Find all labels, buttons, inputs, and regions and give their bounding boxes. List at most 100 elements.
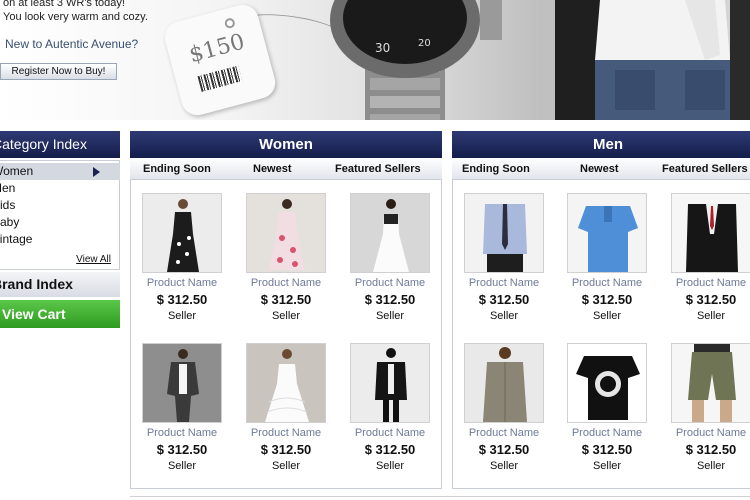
product-price: $ 312.50: [260, 442, 312, 457]
product-seller[interactable]: Seller: [557, 460, 657, 472]
product-name[interactable]: Product Name: [236, 427, 336, 439]
product-image: [246, 193, 326, 273]
product-card[interactable]: Product Name $ 312.50 Seller: [132, 343, 232, 483]
product-seller[interactable]: Seller: [340, 310, 440, 322]
men-panel-title: Men: [452, 131, 750, 158]
product-name[interactable]: Product Name: [340, 427, 440, 439]
category-index-title: Category Index: [0, 136, 87, 152]
product-card[interactable]: Product Name $ 312.50 Seller: [236, 343, 336, 483]
product-card[interactable]: Product Name $ 312.50 Seller: [340, 343, 440, 483]
product-price: $ 312.50: [364, 292, 416, 307]
product-name[interactable]: Product Name: [557, 427, 657, 439]
product-image: [464, 193, 544, 273]
women-panel-tabs: Ending Soon Newest Featured Sellers: [130, 158, 442, 180]
svg-text:30: 30: [375, 41, 390, 55]
product-card[interactable]: Product Name $ 312.50 Seller: [557, 193, 657, 333]
tab-featured-sellers[interactable]: Featured Sellers: [662, 163, 748, 175]
product-card[interactable]: Product Name $ 312.50 Seller: [340, 193, 440, 333]
tab-ending-soon[interactable]: Ending Soon: [462, 163, 530, 175]
category-item-vintage[interactable]: Vintage: [0, 231, 32, 248]
product-image: [671, 343, 750, 423]
view-cart-button[interactable]: View Cart: [0, 300, 120, 328]
product-image: [350, 343, 430, 423]
product-price: $ 312.50: [260, 292, 312, 307]
arrow-right-icon: [93, 167, 100, 177]
hero-message: on at least 3 WR's today! You look very …: [3, 0, 148, 24]
product-seller[interactable]: Seller: [661, 460, 750, 472]
product-card[interactable]: Product Name $ 312.50 Seller: [661, 193, 750, 333]
tab-featured-sellers[interactable]: Featured Sellers: [335, 163, 421, 175]
mannequin-image: [555, 0, 750, 120]
product-card[interactable]: Product Name $ 312.50 Seller: [454, 193, 554, 333]
product-name[interactable]: Product Name: [661, 277, 750, 289]
product-image: [142, 193, 222, 273]
new-user-question: New to Autentic Avenue?: [5, 37, 139, 51]
tab-newest[interactable]: Newest: [580, 163, 619, 175]
view-all-link[interactable]: View All: [76, 254, 111, 265]
product-seller[interactable]: Seller: [661, 310, 750, 322]
product-seller[interactable]: Seller: [557, 310, 657, 322]
product-price: $ 312.50: [581, 442, 633, 457]
men-product-grid: Product Name $ 312.50 Seller Product Nam…: [452, 180, 750, 489]
product-name[interactable]: Product Name: [132, 277, 232, 289]
product-seller[interactable]: Seller: [454, 310, 554, 322]
product-image: [567, 193, 647, 273]
product-name[interactable]: Product Name: [132, 427, 232, 439]
product-card[interactable]: Product Name $ 312.50 Seller: [454, 343, 554, 483]
product-card[interactable]: Product Name $ 312.50 Seller: [236, 193, 336, 333]
product-image: [671, 193, 750, 273]
product-price: $ 312.50: [364, 442, 416, 457]
footer-divider: [130, 496, 750, 497]
register-button[interactable]: Register Now to Buy!: [0, 63, 117, 80]
product-card[interactable]: Product Name $ 312.50 Seller: [661, 343, 750, 483]
product-name[interactable]: Product Name: [454, 427, 554, 439]
category-label: Women: [0, 164, 34, 178]
hero-line-2: You look very warm and cozy.: [3, 11, 148, 23]
product-price: $ 312.50: [478, 292, 530, 307]
product-name[interactable]: Product Name: [557, 277, 657, 289]
women-panel-title: Women: [130, 131, 442, 158]
product-name[interactable]: Product Name: [454, 277, 554, 289]
category-item-men[interactable]: Men: [0, 180, 15, 197]
women-panel: Women Ending Soon Newest Featured Seller…: [130, 131, 442, 489]
product-image: [350, 193, 430, 273]
product-price: $ 312.50: [156, 442, 208, 457]
product-image: [142, 343, 222, 423]
category-index-header: Category Index: [0, 131, 120, 158]
product-card[interactable]: Product Name $ 312.50 Seller: [557, 343, 657, 483]
price-tag-amount: $150: [186, 29, 248, 69]
tag-hole: [223, 17, 236, 30]
product-price: $ 312.50: [685, 292, 737, 307]
women-product-grid: Product Name $ 312.50 Seller Product Nam…: [130, 180, 442, 489]
product-seller[interactable]: Seller: [236, 460, 336, 472]
barcode-icon: [197, 65, 243, 92]
hero-line-1: on at least 3 WR's today!: [3, 0, 125, 9]
brand-index-button[interactable]: Brand Index: [0, 272, 120, 297]
product-name[interactable]: Product Name: [236, 277, 336, 289]
product-seller[interactable]: Seller: [132, 460, 232, 472]
category-item-kids[interactable]: Kids: [0, 197, 15, 214]
brand-index-label: Brand Index: [0, 276, 73, 292]
product-price: $ 312.50: [581, 292, 633, 307]
tab-ending-soon[interactable]: Ending Soon: [143, 163, 211, 175]
product-image: [464, 343, 544, 423]
product-name[interactable]: Product Name: [661, 427, 750, 439]
svg-text:20: 20: [418, 38, 431, 49]
category-list: Women Men Kids Baby Vintage View All: [0, 160, 120, 270]
product-price: $ 312.50: [156, 292, 208, 307]
product-price: $ 312.50: [685, 442, 737, 457]
men-panel: Men Ending Soon Newest Featured Sellers …: [452, 131, 750, 489]
watch-image: 30 20: [330, 0, 502, 120]
product-seller[interactable]: Seller: [454, 460, 554, 472]
product-price: $ 312.50: [478, 442, 530, 457]
product-seller[interactable]: Seller: [340, 460, 440, 472]
tab-newest[interactable]: Newest: [253, 163, 292, 175]
product-seller[interactable]: Seller: [132, 310, 232, 322]
product-seller[interactable]: Seller: [236, 310, 336, 322]
product-card[interactable]: Product Name $ 312.50 Seller: [132, 193, 232, 333]
category-item-women[interactable]: Women: [0, 163, 120, 180]
product-image: [246, 343, 326, 423]
men-panel-tabs: Ending Soon Newest Featured Sellers: [452, 158, 750, 180]
category-item-baby[interactable]: Baby: [0, 214, 19, 231]
product-name[interactable]: Product Name: [340, 277, 440, 289]
